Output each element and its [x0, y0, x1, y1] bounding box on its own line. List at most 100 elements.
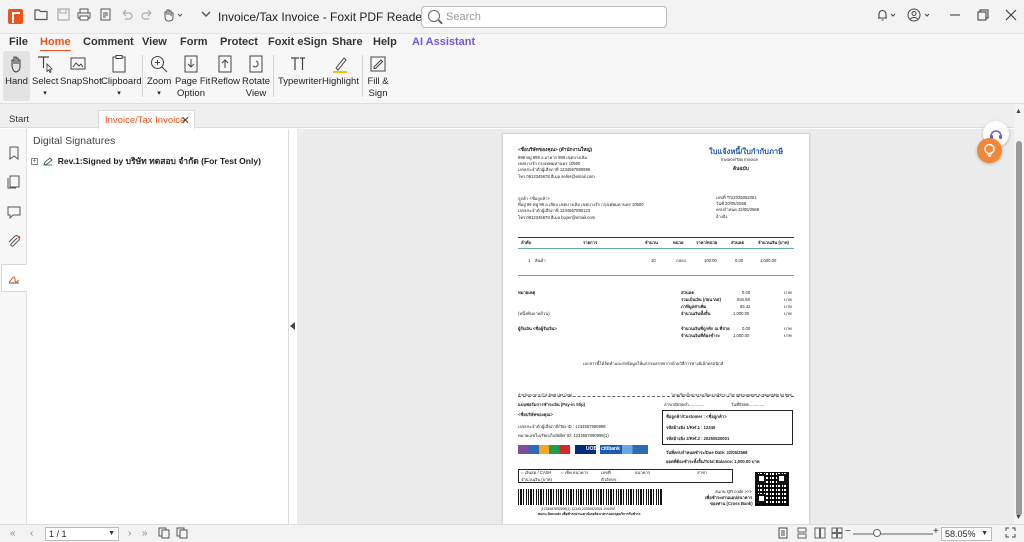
- close-tab-icon[interactable]: ✕: [181, 114, 190, 127]
- select-tool-button[interactable]: Select ▾: [32, 51, 58, 101]
- zoom-dropdown-icon[interactable]: ▼: [981, 528, 988, 540]
- row-amount: 1,000.00: [760, 258, 777, 263]
- undo-icon[interactable]: [118, 8, 134, 24]
- menu-help[interactable]: Help: [373, 36, 397, 48]
- customize-chevron-icon[interactable]: [198, 8, 214, 24]
- bookmark-icon[interactable]: [7, 146, 21, 160]
- menu-foxit-esign[interactable]: Foxit eSign: [268, 36, 327, 48]
- continuous-facing-view-icon[interactable]: [831, 527, 843, 542]
- reflow-icon: [215, 54, 235, 74]
- clipboard-icon: [109, 54, 129, 74]
- minimize-button[interactable]: [945, 7, 965, 25]
- row-item: สินค้า: [535, 258, 546, 263]
- hand-tool-button[interactable]: Hand: [3, 51, 30, 101]
- attachment-icon[interactable]: [7, 235, 21, 249]
- withheld-label: จำนวนเงินที่ถูกหัก ณ ที่จ่าย: [681, 326, 730, 331]
- highlight-button[interactable]: Highlight: [322, 51, 359, 101]
- buyer-address: ที่อยู่ 99 หมู่ 99 อ.เลียบ เขตบางเลิม เข…: [518, 202, 644, 207]
- row-discount: 0.00: [735, 258, 744, 263]
- page-number-input[interactable]: 1 / 1 ▼: [45, 527, 119, 541]
- currency-label: บาท: [784, 290, 792, 295]
- single-page-view-icon[interactable]: [777, 527, 789, 542]
- menu-share[interactable]: Share: [332, 36, 363, 48]
- zoom-slider-knob[interactable]: [873, 529, 881, 537]
- fullscreen-icon[interactable]: [1005, 527, 1016, 541]
- ribbon-divider: [362, 55, 363, 97]
- menu-comment[interactable]: Comment: [83, 36, 134, 48]
- rotate-view-button[interactable]: Rotate View: [242, 51, 270, 101]
- open-folder-icon[interactable]: [33, 8, 49, 24]
- menu-ai-assistant[interactable]: AI Assistant: [412, 36, 475, 48]
- menu-file[interactable]: File: [9, 36, 28, 48]
- menu-home[interactable]: Home: [40, 36, 71, 52]
- restore-button[interactable]: [973, 7, 993, 25]
- payin-title: แบบฟอร์มการชำระเงิน (Pay-in Slip): [518, 402, 586, 407]
- seller-address-2: เขตบางรัก กรุงเทพมหานคร 10500: [518, 161, 581, 166]
- date-field: วันที่/Date.............: [731, 402, 765, 407]
- col-header-amount: จำนวนเงิน (บาท): [758, 240, 789, 245]
- document-number: เลขที่ TIV2025052001: [716, 195, 757, 200]
- continuous-view-icon[interactable]: [796, 527, 808, 542]
- next-view-icon[interactable]: [176, 527, 188, 542]
- col-header-item: รายการ: [583, 240, 598, 245]
- barcode-text: |1234567890999(1) 12345 20250520001 1000…: [541, 507, 615, 511]
- print-icon[interactable]: [76, 8, 92, 24]
- account-avatar-icon[interactable]: [906, 8, 932, 24]
- branch-name-field: สาขา: [697, 470, 708, 475]
- pay-cash-option: ○ เงินสด / CASH: [521, 470, 552, 475]
- zoom-button[interactable]: Zoom ▾: [147, 51, 171, 101]
- collapse-panel-handle[interactable]: [289, 316, 297, 336]
- vertical-scrollbar[interactable]: ▲ ▼: [1014, 104, 1024, 524]
- last-page-button[interactable]: »: [142, 528, 148, 539]
- previous-view-icon[interactable]: [158, 527, 170, 542]
- clipboard-dropdown-icon: ▾: [117, 90, 121, 97]
- menu-form[interactable]: Form: [180, 36, 208, 48]
- redo-icon[interactable]: [139, 8, 155, 24]
- zoom-slider[interactable]: [853, 529, 933, 537]
- digital-signatures-panel-icon[interactable]: [7, 270, 21, 284]
- bank-use-note: สำหรับธนาคาร (For Bank Use Only): [518, 393, 573, 397]
- save-icon[interactable]: [55, 8, 71, 24]
- scroll-thumb[interactable]: [1016, 141, 1022, 516]
- first-page-button[interactable]: «: [10, 528, 16, 539]
- currency-label: บาท: [784, 297, 792, 302]
- signature-entry[interactable]: + Rev.1:Signed by บริษัท ทดสอบ จำกัด (Fo…: [31, 154, 261, 168]
- close-window-button[interactable]: [1001, 7, 1021, 25]
- menu-view[interactable]: View: [142, 36, 167, 48]
- e-tax-footer-note: เอกสารนี้ได้จัดทำและส่งข้อมูลให้แก่กรมสร…: [583, 361, 724, 366]
- next-page-button[interactable]: ›: [128, 528, 131, 539]
- share-doc-icon[interactable]: [97, 8, 113, 24]
- zoom-out-button[interactable]: −: [845, 526, 851, 537]
- company-name-slip: <ชื่อบริษัทของคุณ>: [518, 412, 553, 417]
- cheque-no: เลขที่: [601, 470, 611, 475]
- typewriter-button[interactable]: Typewriter: [278, 51, 322, 101]
- qr-note-1: สแกน QR code >>>: [715, 489, 752, 494]
- menu-protect[interactable]: Protect: [220, 36, 258, 48]
- pages-thumbnail-icon[interactable]: [7, 175, 21, 189]
- zoom-in-button[interactable]: +: [933, 526, 939, 537]
- valid-signature-pen-icon: [43, 157, 53, 166]
- scroll-up-icon[interactable]: ▲: [1015, 108, 1022, 115]
- qr-note-2: เพื่อชำระผ่านแอปธนาคาร: [705, 495, 753, 500]
- document-viewport[interactable]: <ชื่อบริษัทของคุณ> (สำนักงานใหญ่) 999 หม…: [297, 129, 1014, 524]
- currency-label: บาท: [784, 311, 792, 316]
- fill-and-sign-button[interactable]: Fill & Sign: [366, 51, 390, 101]
- hand-mode-dropdown-icon[interactable]: [161, 8, 185, 24]
- previous-page-button[interactable]: ‹: [30, 528, 33, 539]
- row-qty: 10: [651, 258, 656, 263]
- tips-lightbulb-icon[interactable]: [977, 138, 1002, 163]
- page-dropdown-icon[interactable]: ▼: [108, 528, 115, 540]
- clipboard-button[interactable]: Clipboard ▾: [101, 51, 142, 101]
- page-fit-option-button[interactable]: Page Fit Option: [175, 51, 210, 101]
- fill-sign-icon: [368, 54, 388, 74]
- expand-toggle-icon[interactable]: +: [31, 158, 38, 166]
- reflow-button[interactable]: Reflow: [211, 51, 240, 101]
- snapshot-button[interactable]: SnapShot: [60, 51, 102, 101]
- zoom-level-input[interactable]: 58.05% ▼: [941, 527, 992, 541]
- sum-value-subtotal: 934.58: [737, 297, 750, 302]
- scroll-down-icon[interactable]: ▼: [1015, 514, 1022, 521]
- notification-bell-icon[interactable]: [874, 8, 898, 24]
- facing-view-icon[interactable]: [814, 527, 826, 542]
- comments-icon[interactable]: [7, 205, 21, 220]
- search-input[interactable]: Search: [421, 6, 667, 28]
